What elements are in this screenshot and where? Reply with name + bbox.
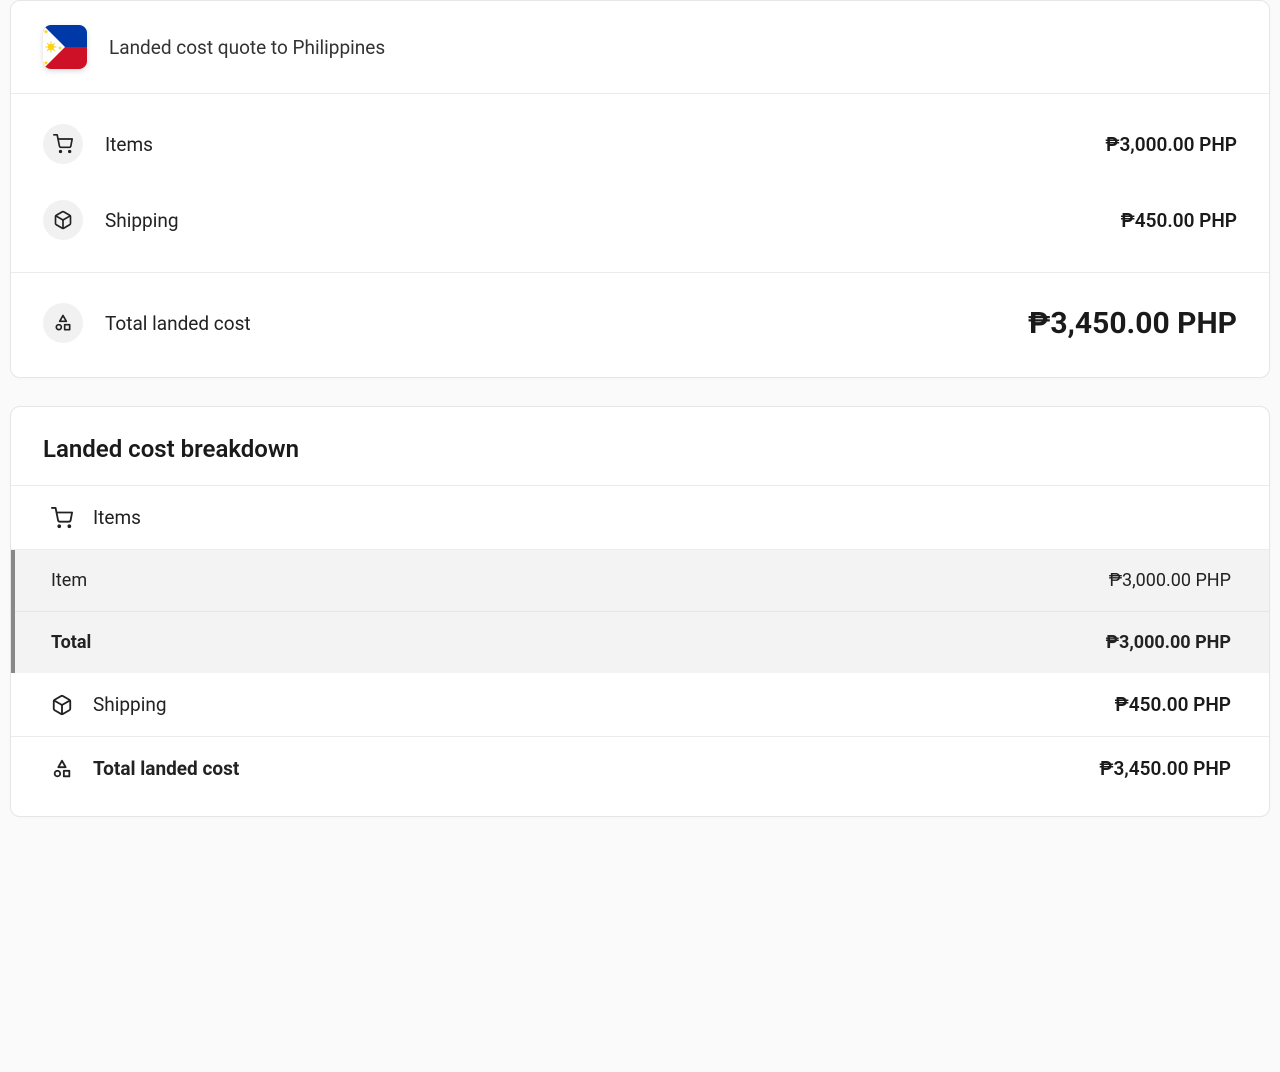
items-group-header[interactable]: Items: [11, 486, 1269, 550]
total-landed-value: ₱3,450.00 PHP: [1099, 757, 1231, 780]
shipping-row[interactable]: Shipping ₱450.00 PHP: [11, 673, 1269, 737]
shapes-icon: [51, 758, 73, 780]
shipping-label: Shipping: [93, 693, 167, 716]
quote-card: Landed cost quote to Philippines Items ₱…: [10, 0, 1270, 378]
summary-row-shipping: Shipping ₱450.00 PHP: [11, 182, 1269, 258]
package-icon: [51, 694, 73, 716]
total-landed-row[interactable]: Total landed cost ₱3,450.00 PHP: [11, 737, 1269, 800]
shipping-value: ₱450.00 PHP: [1115, 693, 1231, 716]
cart-icon: [51, 507, 73, 529]
items-sub-table: Item ₱3,000.00 PHP Total ₱3,000.00 PHP: [11, 550, 1269, 673]
item-value: ₱3,000.00 PHP: [1109, 570, 1231, 591]
items-group-label: Items: [93, 506, 141, 529]
summary-label: Shipping: [105, 209, 179, 232]
quote-header: Landed cost quote to Philippines: [11, 1, 1269, 94]
summary-label: Items: [105, 133, 153, 156]
items-subtotal-label: Total: [51, 632, 91, 653]
total-landed-label: Total landed cost: [93, 757, 239, 780]
summary-value: ₱450.00 PHP: [1121, 209, 1237, 232]
summary-row-items: Items ₱3,000.00 PHP: [11, 106, 1269, 182]
table-row: Item ₱3,000.00 PHP: [15, 550, 1269, 612]
quote-title: Landed cost quote to Philippines: [109, 36, 385, 59]
breakdown-card: Landed cost breakdown Items Item ₱3,000.…: [10, 406, 1270, 817]
table-row-total: Total ₱3,000.00 PHP: [15, 612, 1269, 673]
item-label: Item: [51, 570, 87, 591]
summary-value: ₱3,000.00 PHP: [1105, 133, 1237, 156]
cart-icon: [43, 124, 83, 164]
breakdown-title: Landed cost breakdown: [11, 407, 1269, 486]
philippines-flag-icon: [43, 25, 87, 69]
package-icon: [43, 200, 83, 240]
summary-rows: Items ₱3,000.00 PHP Shipping ₱450.00 PHP: [11, 94, 1269, 272]
total-label: Total landed cost: [105, 312, 251, 335]
items-subtotal-value: ₱3,000.00 PHP: [1106, 632, 1231, 653]
total-row: Total landed cost ₱3,450.00 PHP: [11, 273, 1269, 377]
shapes-icon: [43, 303, 83, 343]
total-value: ₱3,450.00 PHP: [1028, 306, 1237, 341]
